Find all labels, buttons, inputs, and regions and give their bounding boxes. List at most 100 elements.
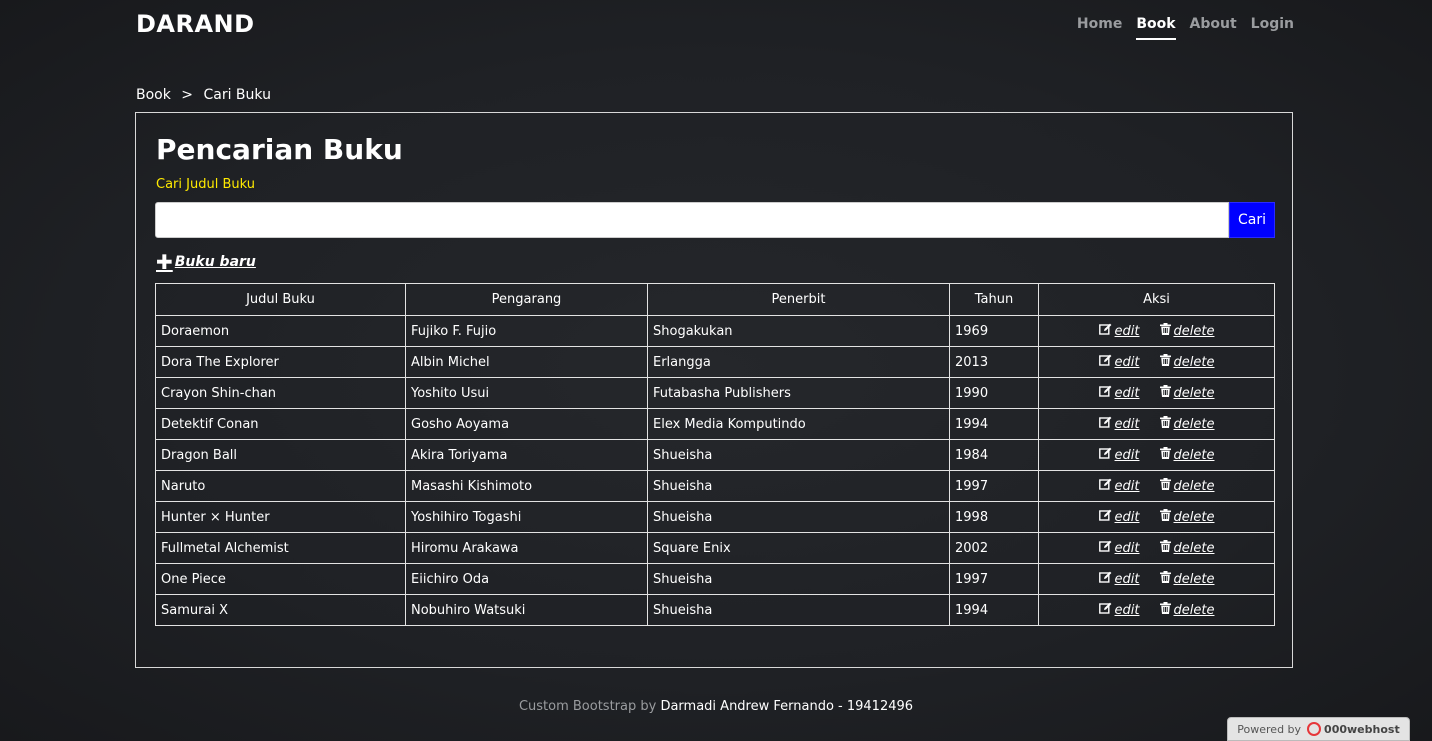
edit-label: edit	[1114, 602, 1140, 618]
edit-label: edit	[1114, 540, 1140, 556]
breadcrumb: Book > Cari Buku	[136, 87, 277, 103]
cell-publisher: Shogakukan	[647, 315, 950, 347]
edit-label: edit	[1114, 509, 1140, 525]
cell-title: One Piece	[155, 563, 406, 595]
cell-author: Yoshihiro Togashi	[405, 501, 648, 533]
trash-icon	[1159, 323, 1174, 339]
table-row: Hunter × Hunter Yoshihiro Togashi Shueisha…	[155, 501, 1275, 533]
edit-link[interactable]: edit	[1098, 571, 1140, 587]
delete-link[interactable]: delete	[1159, 416, 1215, 432]
delete-label: delete	[1173, 354, 1215, 370]
edit-link[interactable]: edit	[1098, 447, 1140, 463]
edit-icon	[1098, 447, 1115, 463]
edit-label: edit	[1114, 571, 1140, 587]
delete-link[interactable]: delete	[1159, 478, 1215, 494]
cell-actions: edit delete	[1038, 532, 1275, 564]
footer-author: Darmadi Andrew Fernando - 19412496	[660, 699, 914, 714]
trash-icon	[1159, 385, 1174, 401]
cell-author: Yoshito Usui	[405, 377, 648, 409]
cell-publisher: Shueisha	[647, 501, 950, 533]
edit-link[interactable]: edit	[1098, 509, 1140, 525]
webhost-name: 000webhost	[1324, 722, 1400, 736]
new-book-link[interactable]: ✚ Buku baru	[156, 250, 256, 274]
delete-link[interactable]: delete	[1159, 385, 1214, 401]
cell-year: 1994	[949, 408, 1039, 440]
edit-link[interactable]: edit	[1098, 478, 1140, 494]
delete-link[interactable]: delete	[1159, 447, 1215, 463]
cell-actions: edit delete	[1038, 315, 1275, 347]
column-header: Tahun	[949, 283, 1039, 316]
delete-label: delete	[1173, 416, 1215, 432]
cell-author: Nobuhiro Watsuki	[405, 594, 648, 626]
cell-year: 1984	[949, 439, 1039, 471]
delete-label: delete	[1173, 447, 1215, 463]
edit-link[interactable]: edit	[1098, 540, 1140, 556]
table-row: Crayon Shin-chan Yoshito Usui Futabasha Pu…	[155, 377, 1275, 409]
plus-icon: ✚	[156, 250, 173, 274]
edit-link[interactable]: edit	[1098, 323, 1140, 339]
cell-title: Dora The Explorer	[155, 346, 406, 378]
edit-link[interactable]: edit	[1098, 385, 1140, 401]
cell-year: 1997	[949, 470, 1039, 502]
breadcrumb-separator: >	[181, 87, 194, 103]
webhost-logo: 000webhost	[1307, 722, 1400, 736]
delete-link[interactable]: delete	[1159, 509, 1214, 525]
footer-prefix: Custom Bootstrap by	[518, 699, 657, 714]
cell-year: 2002	[949, 532, 1039, 564]
cell-author: Gosho Aoyama	[405, 408, 648, 440]
cell-author: Masashi Kishimoto	[405, 470, 648, 502]
nav-about[interactable]: About	[1190, 16, 1237, 40]
column-header: Pengarang	[405, 283, 648, 316]
trash-icon	[1159, 571, 1174, 587]
breadcrumb-current: Cari Buku	[203, 87, 271, 103]
edit-icon	[1098, 354, 1115, 370]
cell-title: Fullmetal Alchemist	[155, 532, 406, 564]
cell-title: Samurai X	[155, 594, 406, 626]
cell-actions: edit delete	[1038, 439, 1275, 471]
delete-link[interactable]: delete	[1159, 602, 1214, 618]
breadcrumb-parent[interactable]: Book	[136, 87, 171, 103]
nav-login[interactable]: Login	[1251, 16, 1294, 40]
powered-prefix: Powered by	[1237, 722, 1302, 736]
delete-label: delete	[1173, 478, 1215, 494]
edit-label: edit	[1114, 478, 1140, 494]
table-row: One Piece Eiichiro Oda Shueisha 1997 edit del…	[155, 563, 1275, 595]
cell-actions: edit delete	[1038, 501, 1275, 533]
edit-icon	[1098, 540, 1115, 556]
cell-publisher: Erlangga	[647, 346, 950, 378]
edit-link[interactable]: edit	[1098, 416, 1140, 432]
search-button[interactable]: Cari	[1229, 202, 1275, 238]
cell-title: Doraemon	[155, 315, 406, 347]
trash-icon	[1159, 602, 1174, 618]
cell-actions: edit delete	[1038, 470, 1275, 502]
cell-year: 1990	[949, 377, 1039, 409]
edit-label: edit	[1114, 385, 1140, 401]
brand-logo[interactable]: DARAND	[136, 10, 255, 38]
table-row: Detektif Conan Gosho Aoyama Elex Media Kom…	[155, 408, 1275, 440]
edit-icon	[1098, 478, 1115, 494]
edit-icon	[1098, 323, 1115, 339]
table-row: Naruto Masashi Kishimoto Shueisha 1997 edit d…	[155, 470, 1275, 502]
edit-link[interactable]: edit	[1098, 602, 1140, 618]
books-table: Judul Buku Pengarang Penerbit Tahun Aksi…	[155, 283, 1275, 626]
column-header: Aksi	[1038, 283, 1275, 316]
delete-link[interactable]: delete	[1159, 323, 1214, 339]
cell-publisher: Elex Media Komputindo	[647, 408, 950, 440]
trash-icon	[1159, 354, 1174, 370]
cell-author: Albin Michel	[405, 346, 648, 378]
powered-by-badge[interactable]: Powered by 000webhost	[1227, 717, 1410, 741]
page-title: Pencarian Buku	[156, 133, 403, 166]
cell-year: 1997	[949, 563, 1039, 595]
delete-link[interactable]: delete	[1159, 571, 1214, 587]
delete-link[interactable]: delete	[1159, 354, 1215, 370]
cell-year: 2013	[949, 346, 1039, 378]
edit-link[interactable]: edit	[1098, 354, 1140, 370]
nav-home[interactable]: Home	[1077, 16, 1122, 40]
edit-icon	[1098, 571, 1115, 587]
nav-book[interactable]: Book	[1136, 16, 1176, 40]
cell-publisher: Futabasha Publishers	[647, 377, 950, 409]
search-input[interactable]	[155, 202, 1229, 238]
cell-publisher: Shueisha	[647, 439, 950, 471]
delete-link[interactable]: delete	[1159, 540, 1214, 556]
table-row: Samurai X Nobuhiro Watsuki Shueisha 1994 edi…	[155, 594, 1275, 626]
